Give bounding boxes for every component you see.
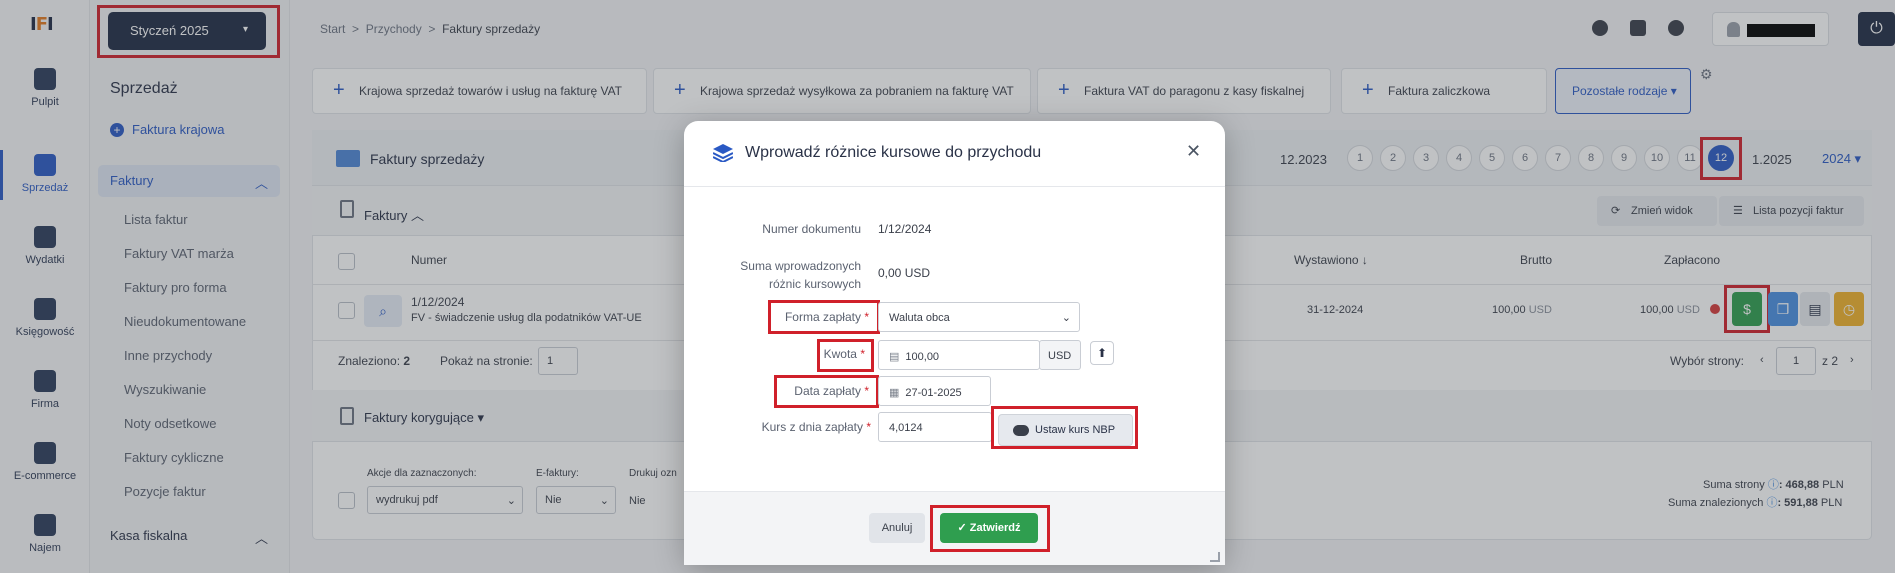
exchange-diff-sum-label: Suma wprowadzonych różnic kursowych <box>740 259 861 291</box>
amount-label: Kwota * <box>823 347 865 361</box>
close-icon[interactable]: ✕ <box>1186 141 1201 162</box>
payment-date-input[interactable]: ▦ 27-01-2025 <box>878 376 991 406</box>
chevron-down-icon: ⌄ <box>1061 312 1071 324</box>
exchange-rate-input[interactable]: 4,0124 <box>878 412 992 442</box>
amount-input[interactable]: ▤ 100,00 <box>878 340 1040 370</box>
confirm-button[interactable]: ✓ Zatwierdź <box>940 513 1038 543</box>
cloud-download-icon <box>1013 425 1029 436</box>
layers-icon <box>713 144 733 162</box>
modal-title: Wprowadź różnice kursowe do przychodu <box>745 144 1042 161</box>
doc-number-label: Numer dokumentu <box>762 222 861 236</box>
calculator-icon: ▤ <box>889 351 900 363</box>
doc-number-value: 1/12/2024 <box>878 222 932 236</box>
payment-date-label: Data zapłaty * <box>794 384 869 398</box>
rate-date-label: Kurs z dnia zapłaty * <box>761 420 871 434</box>
payment-form-select[interactable]: Waluta obca ⌄ <box>878 302 1080 332</box>
set-nbp-rate-button[interactable]: Ustaw kurs NBP <box>998 414 1133 446</box>
payment-form-label: Forma zapłaty * <box>784 310 869 324</box>
resize-handle[interactable] <box>1210 552 1220 562</box>
arrow-up-circle-icon[interactable]: ⬆ <box>1090 341 1114 365</box>
calendar-icon: ▦ <box>889 387 900 399</box>
amount-currency-addon: USD <box>1039 340 1081 370</box>
cancel-button[interactable]: Anuluj <box>869 513 925 543</box>
exchange-diff-sum-value: 0,00 USD <box>878 266 931 280</box>
